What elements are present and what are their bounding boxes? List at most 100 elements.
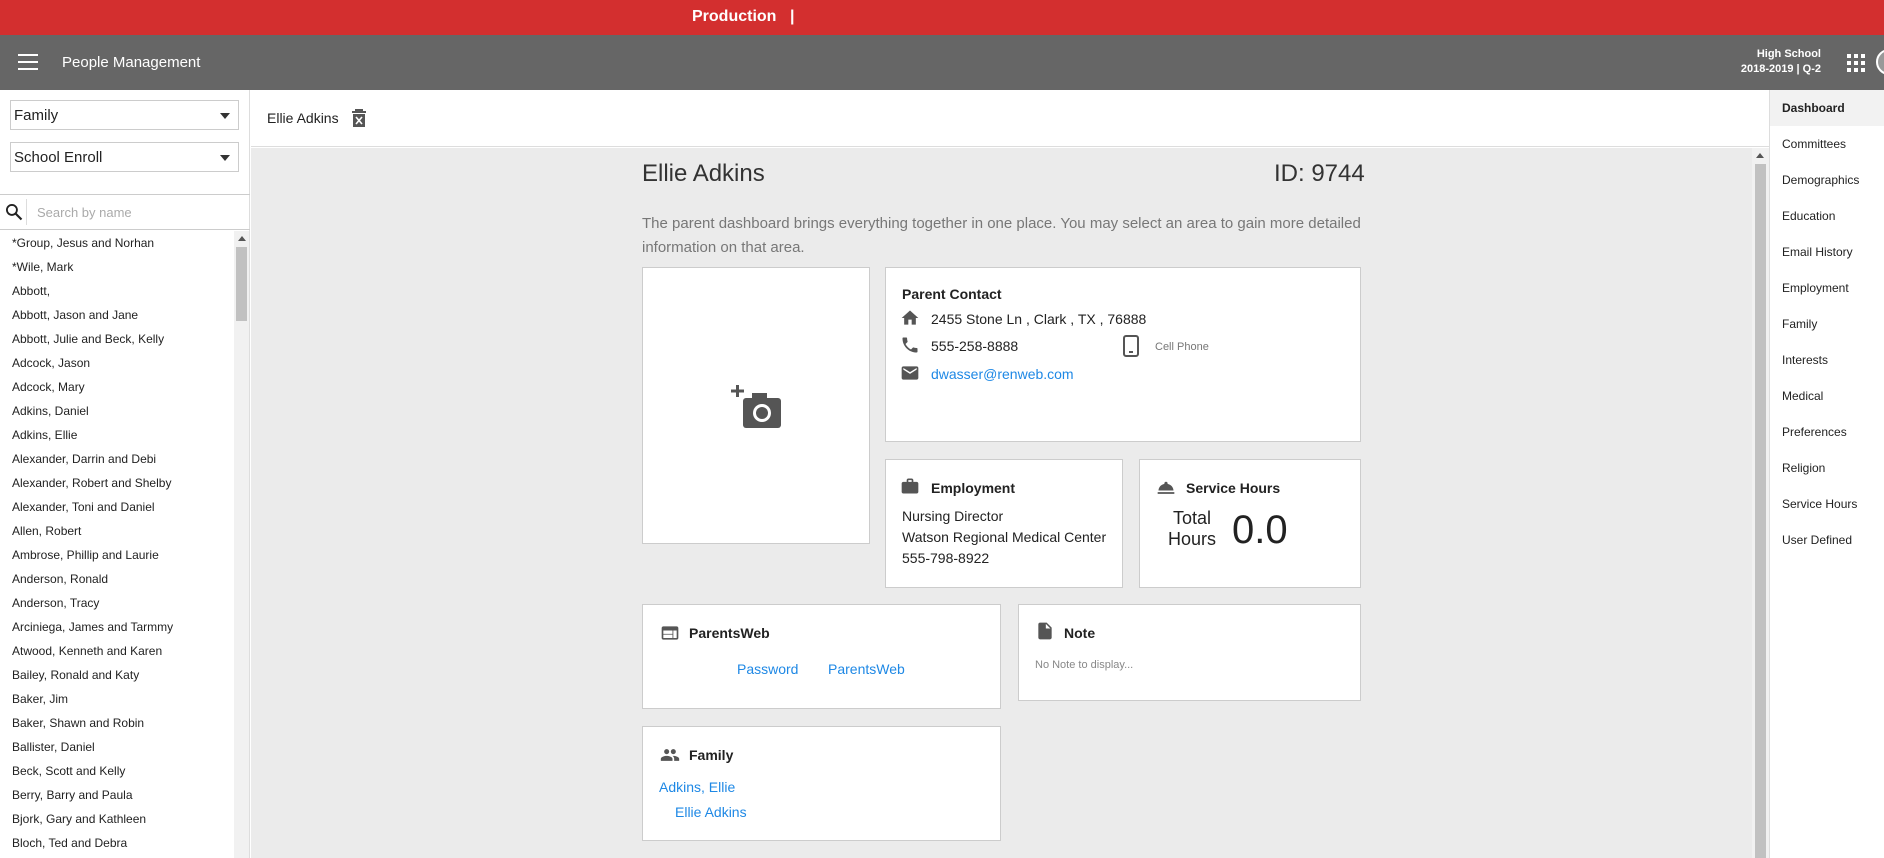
nav-item-email-history[interactable]: Email History (1770, 234, 1884, 270)
nav-item-committees[interactable]: Committees (1770, 126, 1884, 162)
people-list-item[interactable]: Adkins, Daniel (0, 399, 234, 423)
nav-item-preferences[interactable]: Preferences (1770, 414, 1884, 450)
scrollbar-thumb[interactable] (1755, 164, 1766, 858)
content-scrollbar[interactable] (1752, 148, 1769, 858)
nav-item-service-hours[interactable]: Service Hours (1770, 486, 1884, 522)
page-title: Ellie Adkins (642, 160, 765, 187)
people-list-item[interactable]: Abbott, Julie and Beck, Kelly (0, 327, 234, 351)
people-list-item[interactable]: Arciniega, James and Tarmmy (0, 615, 234, 639)
chevron-down-icon (220, 155, 230, 161)
card-title: ParentsWeb (689, 625, 770, 641)
home-icon (901, 310, 919, 325)
employment-position: Nursing Director (902, 508, 1004, 524)
card-title: Family (689, 747, 734, 763)
parent-contact-card: Parent Contact 2455 Stone Ln , Clark , T… (885, 267, 1361, 442)
people-list-item[interactable]: Beck, Scott and Kelly (0, 759, 234, 783)
people-list-scrollbar[interactable] (234, 231, 249, 858)
nav-item-medical[interactable]: Medical (1770, 378, 1884, 414)
school-term: 2018-2019 | Q-2 (1740, 63, 1821, 75)
nav-item-education[interactable]: Education (1770, 198, 1884, 234)
people-list-item[interactable]: Bloch, Ted and Debra (0, 831, 234, 855)
total-hours-value: 0.0 (1232, 508, 1288, 552)
trash-icon[interactable] (351, 109, 367, 127)
people-list-item[interactable]: Alexander, Darrin and Debi (0, 447, 234, 471)
family-member-link[interactable]: Ellie Adkins (675, 804, 747, 820)
parentsweb-link[interactable]: ParentsWeb (828, 661, 905, 677)
people-list-item[interactable]: Ambrose, Phillip and Laurie (0, 543, 234, 567)
nav-item-religion[interactable]: Religion (1770, 450, 1884, 486)
nav-item-user-defined[interactable]: User Defined (1770, 522, 1884, 558)
filter-type-value: Family (14, 107, 59, 124)
nav-item-family[interactable]: Family (1770, 306, 1884, 342)
school-name: High School (1756, 48, 1821, 60)
filter-type-select[interactable]: Family (10, 100, 239, 130)
people-list-item[interactable]: Ballister, Daniel (0, 735, 234, 759)
people-list-item[interactable]: Abbott, (0, 279, 234, 303)
scroll-up-icon[interactable] (1756, 153, 1764, 158)
total-hours-label: Total Hours (1167, 508, 1216, 549)
people-list-item[interactable]: Bjork, Gary and Kathleen (0, 807, 234, 831)
contact-address: 2455 Stone Ln , Clark , TX , 76888 (931, 311, 1147, 327)
dashboard-intro: The parent dashboard brings everything t… (642, 215, 1361, 256)
people-list-item[interactable]: Allen, Robert (0, 519, 234, 543)
people-list-item[interactable]: Berry, Barry and Paula (0, 783, 234, 807)
environment-separator: | (790, 8, 795, 25)
family-link[interactable]: Adkins, Ellie (659, 779, 735, 795)
add-photo-icon[interactable] (731, 384, 783, 430)
people-list-item[interactable]: Adcock, Jason (0, 351, 234, 375)
search-bar (0, 194, 250, 230)
people-list-item[interactable]: Anderson, Tracy (0, 591, 234, 615)
content-header: Ellie Adkins (251, 90, 1769, 147)
people-list: *Group, Jesus and Norhan *Wile, Mark Abbot… (0, 231, 234, 858)
people-list-item[interactable]: Atwood, Kenneth and Karen (0, 639, 234, 663)
card-title: Service Hours (1186, 480, 1281, 496)
environment-label: Production (692, 8, 777, 25)
nav-item-demographics[interactable]: Demographics (1770, 162, 1884, 198)
parentsweb-card: ParentsWeb Password ParentsWeb (642, 604, 1001, 709)
card-title: Parent Contact (902, 286, 1002, 302)
people-list-item[interactable]: *Group, Jesus and Norhan (0, 231, 234, 255)
apps-grid-icon[interactable] (1847, 54, 1865, 72)
note-icon (1038, 622, 1052, 640)
employment-card: Employment Nursing Director Watson Regio… (885, 459, 1123, 588)
password-link[interactable]: Password (737, 661, 798, 677)
scrollbar-thumb[interactable] (236, 247, 247, 321)
mobile-icon (1123, 335, 1139, 357)
briefcase-icon (901, 478, 919, 494)
person-id: ID: 9744 (1274, 160, 1365, 187)
nav-item-employment[interactable]: Employment (1770, 270, 1884, 306)
people-list-item[interactable]: Abbott, Jason and Jane (0, 303, 234, 327)
card-title: Employment (931, 480, 1016, 496)
note-text: No Note to display... (1035, 659, 1134, 671)
people-sidebar: Family School Enroll *Group, Jesus and N… (0, 90, 250, 858)
nav-item-interests[interactable]: Interests (1770, 342, 1884, 378)
search-input[interactable] (26, 199, 241, 225)
phone-icon (902, 337, 918, 353)
scroll-up-icon[interactable] (238, 236, 246, 241)
nav-item-dashboard[interactable]: Dashboard (1770, 90, 1884, 126)
menu-icon[interactable] (18, 54, 38, 70)
filter-status-select[interactable]: School Enroll (10, 142, 239, 172)
search-icon[interactable] (4, 202, 24, 222)
note-card: Note No Note to display... (1018, 604, 1361, 701)
chevron-down-icon (220, 113, 230, 119)
phone-type: Cell Phone (1155, 341, 1209, 353)
people-list-item[interactable]: Adkins, Ellie (0, 423, 234, 447)
email-icon (901, 366, 919, 380)
service-hours-card: Service Hours Total Hours 0.0 (1139, 459, 1361, 588)
environment-bar: Production | (0, 0, 1884, 35)
people-list-item[interactable]: *Wile, Mark (0, 255, 234, 279)
people-list-item[interactable]: Baker, Jim (0, 687, 234, 711)
people-list-item[interactable]: Alexander, Toni and Daniel (0, 495, 234, 519)
people-list-item[interactable]: Alexander, Robert and Shelby (0, 471, 234, 495)
selected-person-name: Ellie Adkins (267, 110, 339, 126)
app-title: People Management (62, 54, 201, 71)
people-list-item[interactable]: Anderson, Ronald (0, 567, 234, 591)
contact-phone: 555-258-8888 (931, 338, 1019, 354)
people-list-item[interactable]: Adcock, Mary (0, 375, 234, 399)
people-list-item[interactable]: Bailey, Ronald and Katy (0, 663, 234, 687)
avatar[interactable] (1876, 49, 1884, 75)
people-list-item[interactable]: Baker, Shawn and Robin (0, 711, 234, 735)
contact-email-link[interactable]: dwasser@renweb.com (931, 366, 1074, 382)
dashboard-nav: Dashboard Committees Demographics Education… (1769, 90, 1884, 858)
